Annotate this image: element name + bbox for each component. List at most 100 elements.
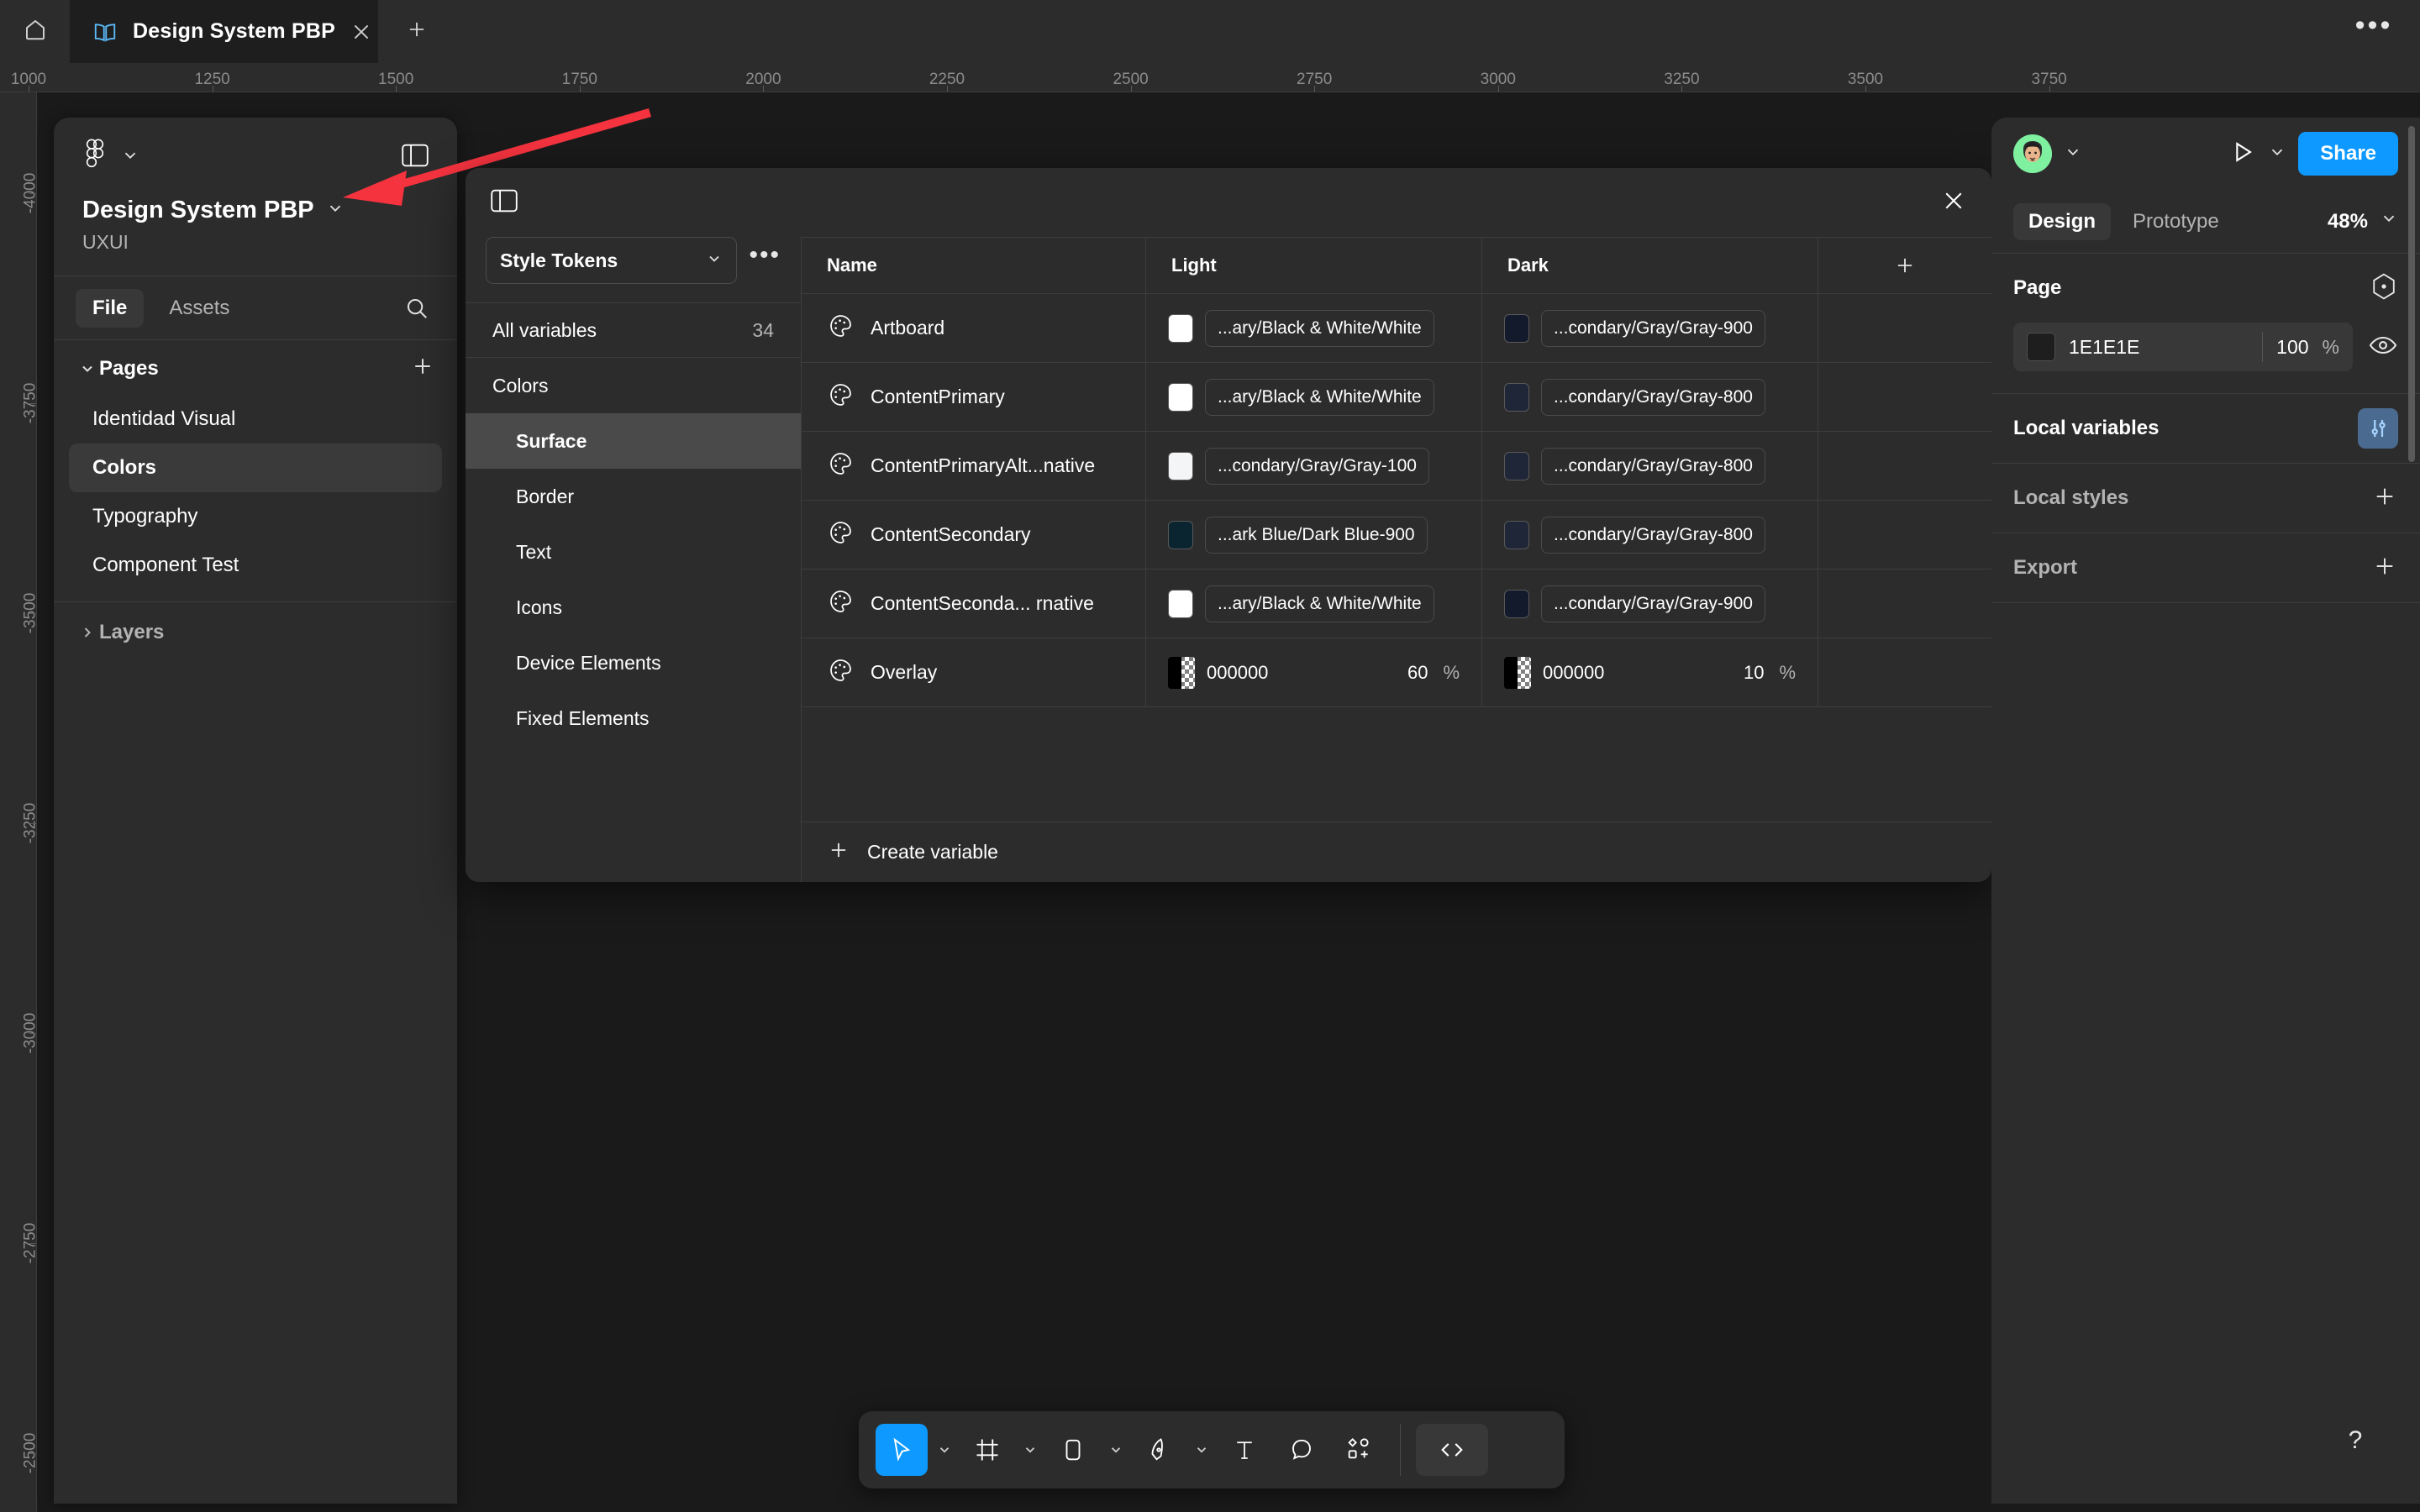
nav-group-colors[interactable]: Colors [466, 358, 801, 413]
page-settings-icon[interactable] [2370, 272, 2398, 305]
add-page-button[interactable] [410, 354, 435, 383]
tab-prototype[interactable]: Prototype [2118, 203, 2234, 240]
home-button[interactable] [0, 0, 71, 63]
export-section[interactable]: Export [1991, 533, 2420, 602]
variable-alias-chip[interactable]: ...condary/Gray/Gray-900 [1541, 309, 1765, 347]
sidebar-item-component-test[interactable]: Component Test [69, 541, 442, 590]
tab-file[interactable]: File [76, 288, 145, 328]
nav-group-icons[interactable]: Icons [466, 580, 801, 635]
nav-group-device-elements[interactable]: Device Elements [466, 635, 801, 690]
file-tab[interactable]: Design System PBP [71, 0, 378, 63]
eye-icon[interactable] [2368, 330, 2398, 365]
pen-tool-caret-icon[interactable] [1190, 1442, 1213, 1457]
chevron-down-icon[interactable] [2064, 143, 2082, 165]
variable-alias-chip[interactable]: ...condary/Gray/Gray-100 [1205, 447, 1429, 485]
close-icon[interactable] [1941, 188, 1966, 218]
color-swatch[interactable] [1504, 520, 1529, 549]
shape-tool-caret-icon[interactable] [1104, 1442, 1128, 1457]
chevron-down-icon[interactable] [326, 199, 345, 222]
variables-sliders-icon[interactable] [2358, 408, 2398, 449]
local-styles-section[interactable]: Local styles [1991, 464, 2420, 533]
sidebar-item-colors[interactable]: Colors [69, 444, 442, 492]
variable-alias-chip[interactable]: ...condary/Gray/Gray-800 [1541, 516, 1765, 554]
dark-mode-cell[interactable]: ...condary/Gray/Gray-800 [1482, 432, 1818, 500]
variable-name-cell[interactable]: Artboard [802, 294, 1146, 362]
color-swatch[interactable] [1504, 589, 1529, 618]
dark-mode-cell[interactable]: ...condary/Gray/Gray-900 [1482, 570, 1818, 638]
chevron-down-icon[interactable] [121, 146, 139, 169]
dark-mode-cell[interactable]: ...condary/Gray/Gray-900 [1482, 294, 1818, 362]
color-swatch[interactable] [1504, 656, 1531, 689]
page-color-hex[interactable]: 1E1E1E [2069, 336, 2249, 359]
comment-tool[interactable] [1276, 1424, 1328, 1476]
variable-name-cell[interactable]: ContentSecondary [802, 501, 1146, 569]
move-tool-caret-icon[interactable] [933, 1442, 956, 1457]
pages-section-header[interactable]: Pages [54, 340, 457, 391]
table-row[interactable]: ContentPrimary ...ary/Black & White/White… [802, 363, 1991, 432]
actions-tool[interactable] [1333, 1424, 1385, 1476]
light-mode-cell[interactable]: ...ark Blue/Dark Blue-900 [1146, 501, 1482, 569]
table-row[interactable]: Overlay 000000 60% 000000 10% [802, 638, 1991, 707]
variable-alias-chip[interactable]: ...condary/Gray/Gray-800 [1541, 378, 1765, 416]
nav-group-fixed-elements[interactable]: Fixed Elements [466, 690, 801, 746]
dark-mode-cell[interactable]: ...condary/Gray/Gray-800 [1482, 363, 1818, 431]
share-button[interactable]: Share [2298, 132, 2398, 176]
variable-alias-chip[interactable]: ...condary/Gray/Gray-800 [1541, 447, 1765, 485]
search-icon[interactable] [398, 290, 435, 327]
color-swatch[interactable] [1168, 656, 1195, 689]
color-swatch[interactable] [1504, 382, 1529, 412]
color-swatch[interactable] [1168, 520, 1193, 549]
shape-tool[interactable] [1047, 1424, 1099, 1476]
local-variables-section[interactable]: Local variables [1991, 394, 2420, 463]
variable-alias-chip[interactable]: ...ark Blue/Dark Blue-900 [1205, 516, 1428, 554]
color-swatch[interactable] [1168, 382, 1193, 412]
color-swatch[interactable] [1504, 313, 1529, 343]
light-mode-cell[interactable]: ...ary/Black & White/White [1146, 294, 1482, 362]
frame-tool-caret-icon[interactable] [1018, 1442, 1042, 1457]
hex-value[interactable]: 000000 [1207, 662, 1268, 684]
nav-item-all-variables[interactable]: All variables 34 [466, 302, 801, 358]
variable-name-cell[interactable]: Overlay [802, 638, 1146, 706]
text-tool[interactable] [1218, 1424, 1270, 1476]
right-panel-scrollbar[interactable] [2408, 126, 2415, 462]
table-row[interactable]: ContentPrimaryAlt...native ...condary/Gra… [802, 432, 1991, 501]
variable-name-cell[interactable]: ContentPrimary [802, 363, 1146, 431]
add-export-button[interactable] [2371, 553, 2398, 584]
add-mode-button[interactable] [1818, 238, 1991, 293]
table-row[interactable]: ContentSeconda... rnative ...ary/Black & … [802, 570, 1991, 638]
help-button[interactable]: ? [2329, 1415, 2381, 1467]
light-mode-cell[interactable]: ...condary/Gray/Gray-100 [1146, 432, 1482, 500]
color-swatch[interactable] [1168, 313, 1193, 343]
collection-select[interactable]: Style Tokens [486, 237, 738, 284]
move-tool[interactable] [876, 1424, 928, 1476]
panel-layout-icon[interactable] [402, 144, 429, 171]
chevron-down-icon[interactable] [2268, 143, 2286, 165]
variable-alias-chip[interactable]: ...ary/Black & White/White [1205, 378, 1434, 416]
avatar[interactable] [2013, 134, 2052, 173]
tab-assets[interactable]: Assets [152, 289, 246, 328]
page-color-opacity[interactable]: 100 [2276, 336, 2308, 359]
light-mode-cell[interactable]: 000000 60% [1146, 638, 1482, 706]
dark-mode-cell[interactable]: 000000 10% [1482, 638, 1818, 706]
variable-alias-chip[interactable]: ...ary/Black & White/White [1205, 309, 1434, 347]
color-swatch[interactable] [1168, 451, 1193, 480]
layers-section-header[interactable]: Layers [54, 602, 457, 663]
light-mode-cell[interactable]: ...ary/Black & White/White [1146, 363, 1482, 431]
light-mode-cell[interactable]: ...ary/Black & White/White [1146, 570, 1482, 638]
play-icon[interactable] [2228, 138, 2256, 171]
new-tab-button[interactable] [378, 0, 455, 63]
color-swatch[interactable] [1504, 451, 1529, 480]
variable-alias-chip[interactable]: ...condary/Gray/Gray-900 [1541, 585, 1765, 622]
zoom-control[interactable]: 48% [2328, 209, 2398, 234]
figma-logo-icon[interactable] [82, 139, 108, 176]
nav-group-border[interactable]: Border [466, 469, 801, 524]
table-row[interactable]: Artboard ...ary/Black & White/White ...con… [802, 294, 1991, 363]
sidebar-toggle-icon[interactable] [491, 189, 518, 217]
dark-mode-cell[interactable]: ...condary/Gray/Gray-800 [1482, 501, 1818, 569]
add-local-style-button[interactable] [2371, 483, 2398, 514]
table-row[interactable]: ContentSecondary ...ark Blue/Dark Blue-90… [802, 501, 1991, 570]
close-icon[interactable] [350, 18, 372, 46]
nav-group-surface[interactable]: Surface [466, 413, 801, 469]
pen-tool[interactable] [1133, 1424, 1185, 1476]
create-variable-button[interactable]: Create variable [802, 822, 1991, 882]
